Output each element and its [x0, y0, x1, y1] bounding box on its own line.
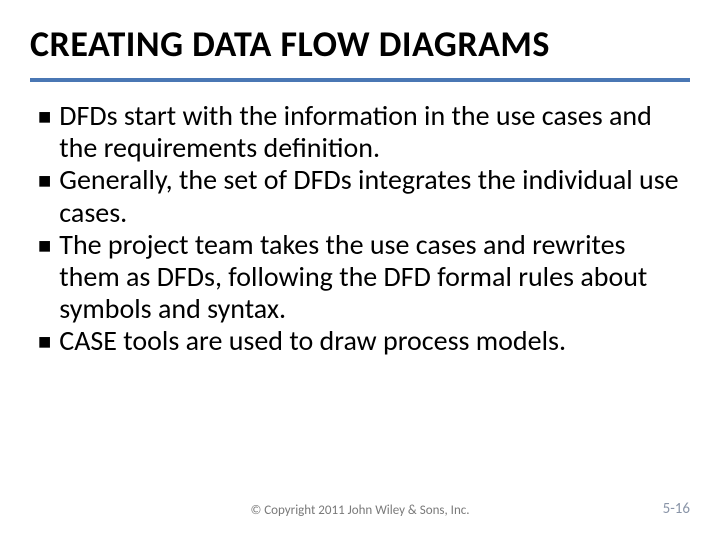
square-bullet-icon: ■ [38, 168, 51, 193]
bullet-text: Generally, the set of DFDs integrates th… [59, 164, 682, 228]
bullet-item: ■ The project team takes the use cases a… [38, 229, 682, 326]
bullet-text: The project team takes the use cases and… [59, 229, 682, 326]
bullet-text: DFDs start with the information in the u… [59, 100, 682, 164]
bullet-item: ■ CASE tools are used to draw process mo… [38, 325, 682, 357]
slide-container: CREATING DATA FLOW DIAGRAMS ■ DFDs start… [0, 0, 720, 540]
title-underline [30, 78, 690, 82]
slide-title: CREATING DATA FLOW DIAGRAMS [30, 22, 690, 76]
square-bullet-icon: ■ [38, 329, 51, 354]
page-number: 5-16 [663, 500, 690, 518]
content-area: ■ DFDs start with the information in the… [30, 100, 690, 358]
square-bullet-icon: ■ [38, 233, 51, 258]
bullet-item: ■ DFDs start with the information in the… [38, 100, 682, 164]
slide-footer: © Copyright 2011 John Wiley & Sons, Inc.… [0, 503, 720, 518]
bullet-text: CASE tools are used to draw process mode… [59, 325, 566, 357]
bullet-item: ■ Generally, the set of DFDs integrates … [38, 164, 682, 228]
square-bullet-icon: ■ [38, 104, 51, 129]
copyright-text: © Copyright 2011 John Wiley & Sons, Inc. [30, 503, 690, 518]
